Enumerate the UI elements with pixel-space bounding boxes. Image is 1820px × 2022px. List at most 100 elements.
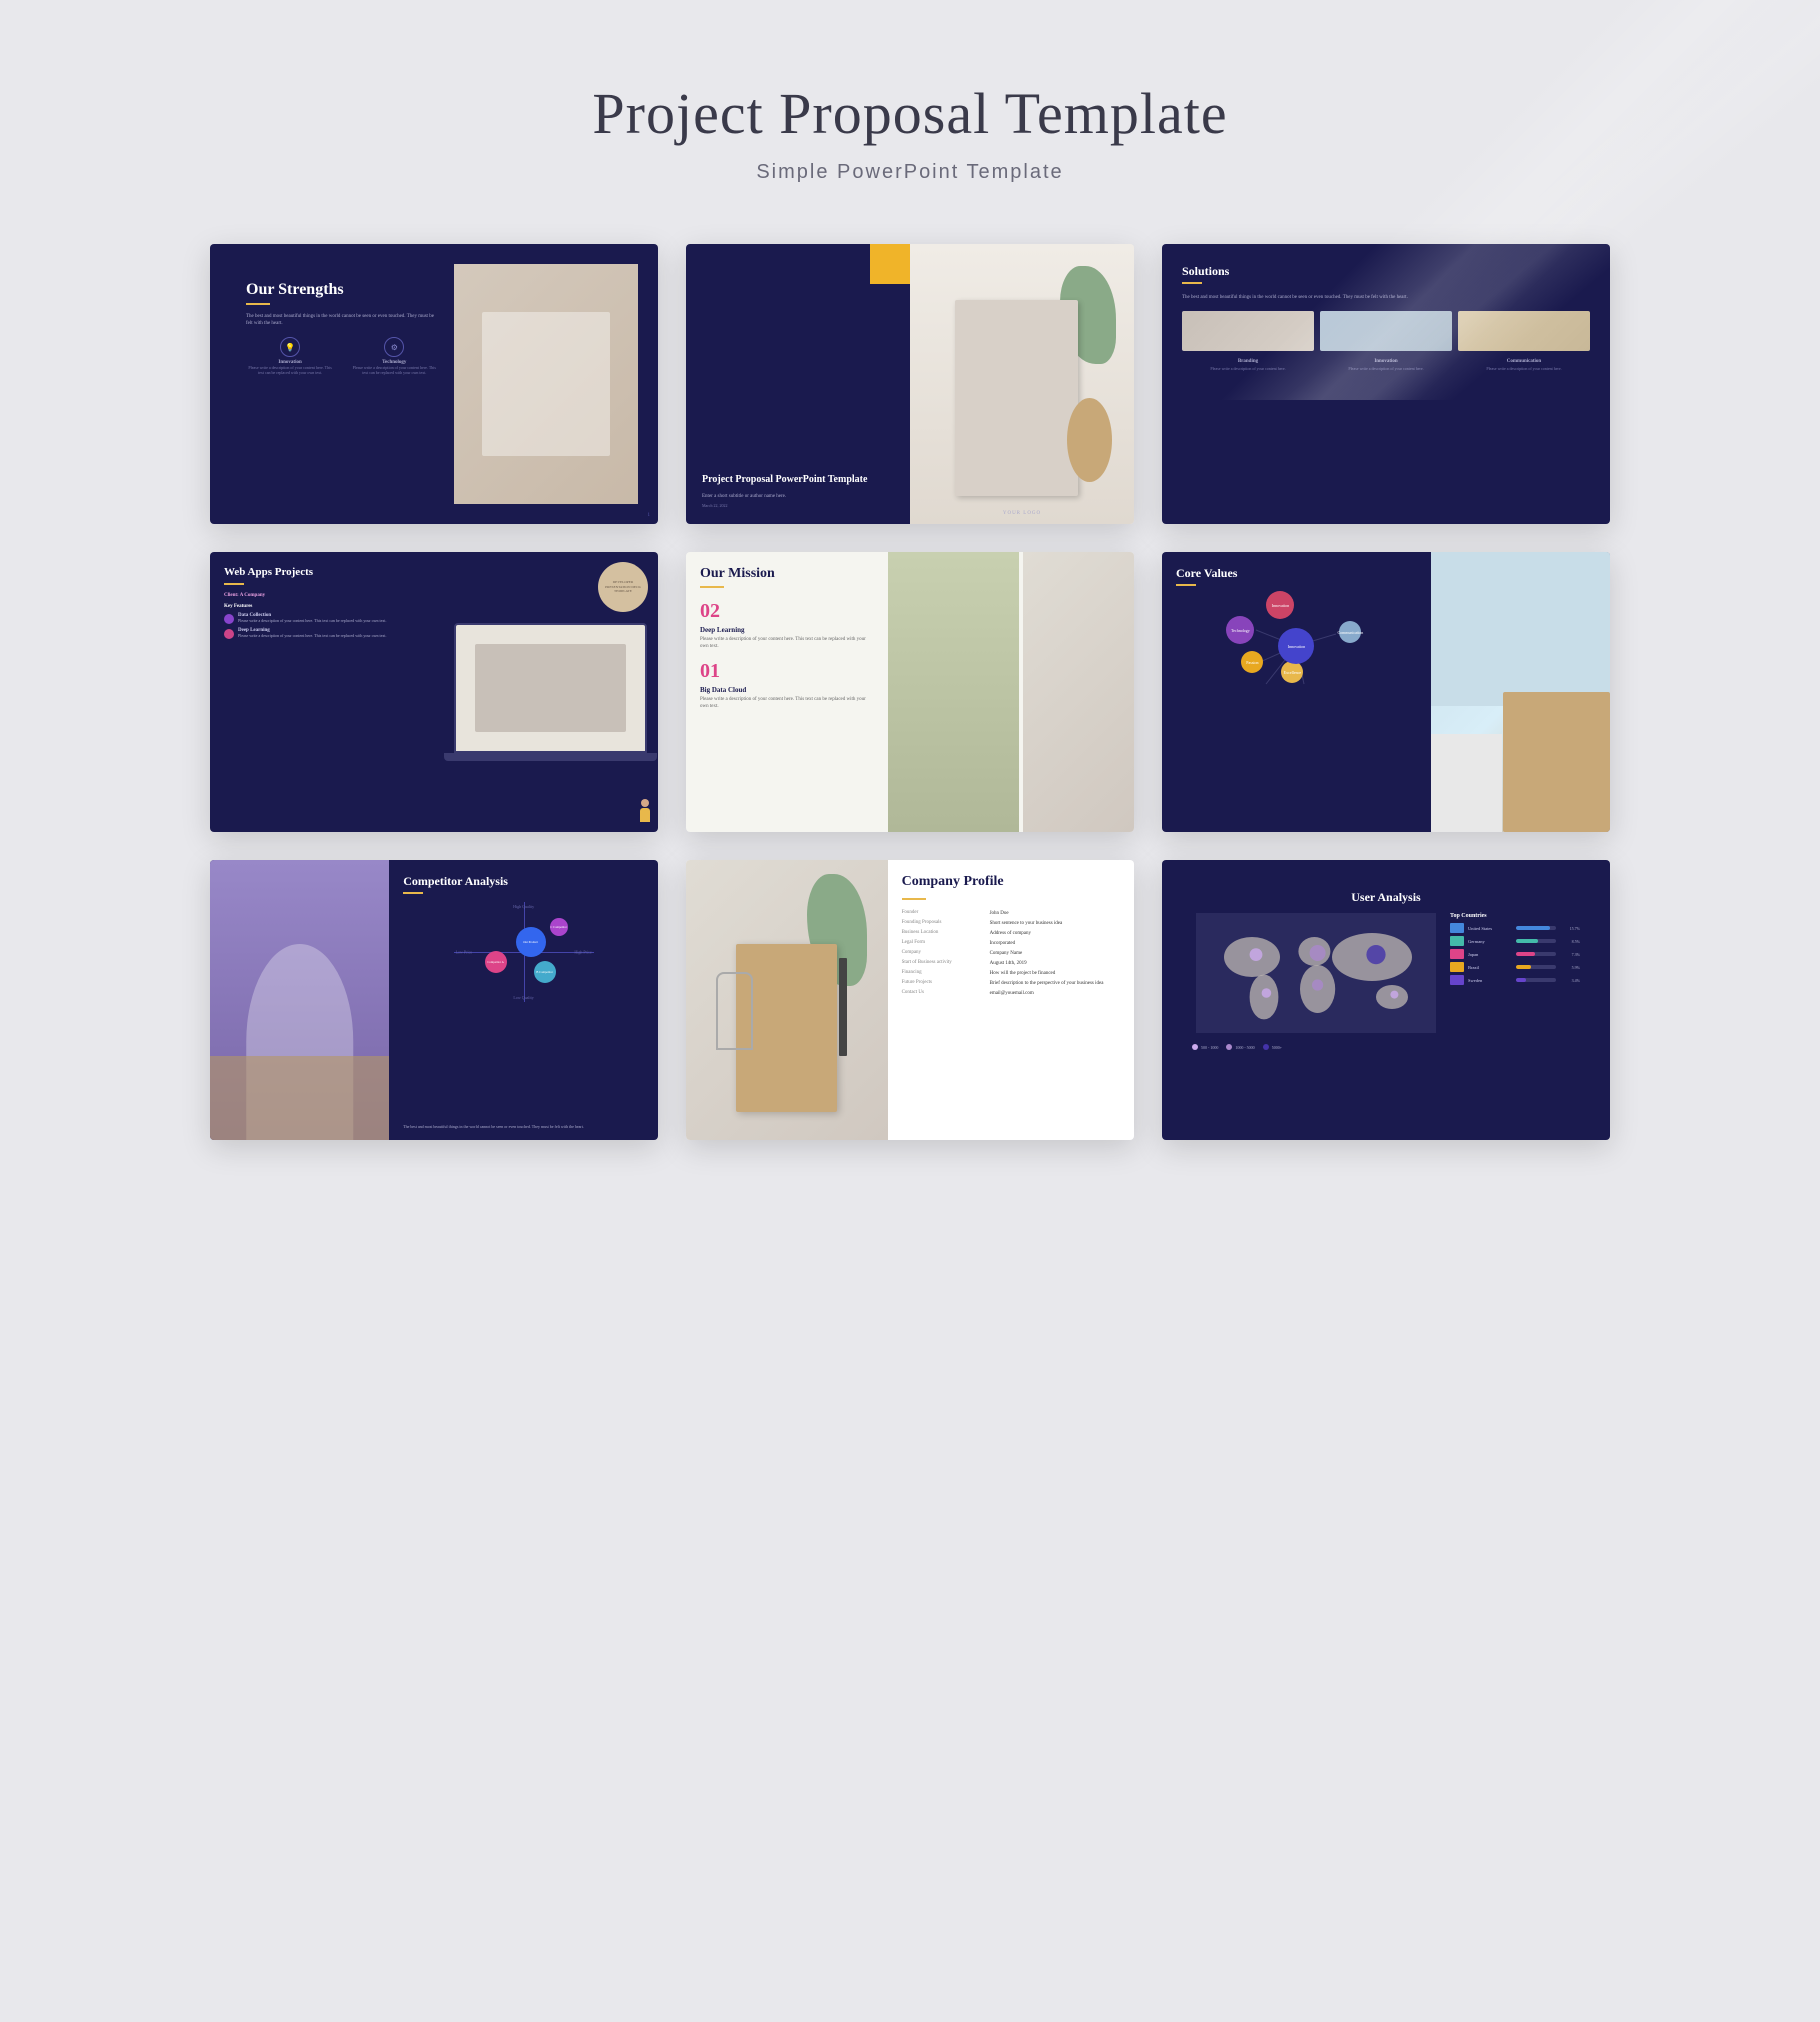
strengths-line xyxy=(246,303,270,305)
slide-page-1: 1 xyxy=(648,513,651,518)
flag-jp xyxy=(1450,949,1464,959)
technology-icon: ⚙ xyxy=(391,343,398,352)
laptop-screen-inner xyxy=(456,625,646,751)
slide-solutions[interactable]: Solutions The best and most beautiful th… xyxy=(1162,244,1610,524)
core-layout: Core Values xyxy=(1162,552,1610,832)
user-row-4: Sweden 3.4% xyxy=(1450,975,1580,985)
person-body xyxy=(640,808,650,822)
pct-3: 5.9% xyxy=(1560,965,1580,970)
profile-row-2: Business Location Address of company xyxy=(902,930,1120,937)
feature-text-1: Data Collection Please write a descripti… xyxy=(238,613,387,624)
comp-dot-c: C Competitor xyxy=(550,918,568,936)
coffee-circle xyxy=(1067,398,1112,482)
core-line xyxy=(1176,584,1196,586)
slide-profile[interactable]: Company Profile Founder John Doe Foundin… xyxy=(686,860,1134,1140)
profile-row-0: Founder John Doe xyxy=(902,910,1120,917)
profile-key-0: Founder xyxy=(902,910,982,917)
core-right-image xyxy=(1431,552,1610,832)
slide-corevalues[interactable]: Core Values xyxy=(1162,552,1610,832)
competitor-quote: The best and most beautiful things in th… xyxy=(403,1124,644,1130)
profile-row-1: Founding Proposals Short sentence to you… xyxy=(902,920,1120,927)
legend-item-1: 500 - 1000 xyxy=(1192,1044,1218,1050)
slide-webapps[interactable]: Web Apps Projects Client: A Company Key … xyxy=(210,552,658,832)
user-table-title: Top Countries xyxy=(1450,913,1580,919)
flag-se xyxy=(1450,975,1464,985)
profile-row-4: Company Company Name xyxy=(902,950,1120,957)
person-head xyxy=(641,799,649,807)
mission-item-desc-2: Please write a description of your conte… xyxy=(700,636,874,650)
user-table-area: Top Countries United States 15.7% xyxy=(1450,913,1580,1050)
cover-left: Project Proposal PowerPoint Template Ent… xyxy=(686,244,910,524)
page-container: Project Proposal Template Simple PowerPo… xyxy=(0,0,1820,1220)
core-shape-bottom-left xyxy=(1431,734,1503,832)
solutions-icons: Branding Please write a description of y… xyxy=(1182,359,1590,371)
legend-item-3: 5000+ xyxy=(1263,1044,1282,1050)
legend-item-2: 1000 - 5000 xyxy=(1226,1044,1254,1050)
slide-cover[interactable]: Project Proposal PowerPoint Template Ent… xyxy=(686,244,1134,524)
solutions-line xyxy=(1182,282,1202,284)
cover-right: YOUR LOGO xyxy=(910,244,1134,524)
profile-val-8: email@youemail.com xyxy=(990,990,1034,997)
bar-fill-4 xyxy=(1516,978,1526,982)
cover-date: March 22, 2022 xyxy=(702,503,894,508)
mission-title: Our Mission xyxy=(700,566,874,582)
solution-image-3 xyxy=(1458,311,1590,351)
profile-table: Founder John Doe Founding Proposals Shor… xyxy=(902,910,1120,997)
feature-dot-2 xyxy=(224,629,234,639)
profile-key-6: Financing xyxy=(902,970,982,977)
beige-circle: DEVELOPER PRESENTATION DECK TEMPLATE xyxy=(598,562,648,612)
profile-layout: Company Profile Founder John Doe Foundin… xyxy=(686,860,1134,1140)
profile-row-3: Legal Form Incorporated xyxy=(902,940,1120,947)
solution-label-1: Branding xyxy=(1182,359,1314,364)
profile-key-3: Legal Form xyxy=(902,940,982,947)
profile-val-3: Incorporated xyxy=(990,940,1016,947)
pct-0: 15.7% xyxy=(1560,926,1580,931)
user-row-3: Brazil 5.9% xyxy=(1450,962,1580,972)
laptop-base xyxy=(444,753,657,761)
comp-dot-b: B Competitor xyxy=(534,961,556,983)
user-row-2: Japan 7.3% xyxy=(1450,949,1580,959)
laptop-map xyxy=(475,644,627,732)
pct-2: 7.3% xyxy=(1560,952,1580,957)
paperclip-shape xyxy=(716,972,752,1050)
profile-key-5: Start of Business activity xyxy=(902,960,982,967)
core-center: Innovation xyxy=(1278,628,1314,664)
feature-desc-1: Please write a description of your conte… xyxy=(238,618,387,624)
profile-right: Company Profile Founder John Doe Foundin… xyxy=(888,860,1134,1140)
pct-4: 3.4% xyxy=(1560,978,1580,983)
core-left: Core Values xyxy=(1162,552,1431,832)
axis-label-low-price: Low Price xyxy=(456,950,473,955)
mission-num-1: 01 xyxy=(700,660,874,683)
strengths-layout: Our Strengths The best and most beautifu… xyxy=(230,264,638,504)
flag-br xyxy=(1450,962,1464,972)
world-map-svg xyxy=(1192,913,1440,1033)
legend-label-2: 1000 - 5000 xyxy=(1235,1045,1254,1050)
legend-dot-2 xyxy=(1226,1044,1232,1050)
cover-image-items xyxy=(910,244,1134,524)
axis-label-high-price: High Price xyxy=(574,950,591,955)
slide-useranalysis[interactable]: User Analysis xyxy=(1162,860,1610,1140)
solution-label-2: Innovation xyxy=(1320,359,1452,364)
country-2: Japan xyxy=(1468,952,1512,957)
bar-bg-2 xyxy=(1516,952,1556,956)
mission-item-desc-1: Please write a description of your conte… xyxy=(700,696,874,710)
profile-val-0: John Doe xyxy=(990,910,1009,917)
country-4: Sweden xyxy=(1468,978,1512,983)
cover-title: Project Proposal PowerPoint Template xyxy=(702,473,894,486)
slide-strengths[interactable]: Our Strengths The best and most beautifu… xyxy=(210,244,658,524)
slides-grid: Our Strengths The best and most beautifu… xyxy=(210,244,1610,1140)
features-label: Key Features xyxy=(224,604,429,609)
slide-competitor[interactable]: Competitor Analysis High Quality Low Qua… xyxy=(210,860,658,1140)
profile-row-5: Start of Business activity August 14th, … xyxy=(902,960,1120,967)
mission-item-2: 02 Deep Learning Please write a descript… xyxy=(700,600,874,650)
solution-desc-1: Please write a description of your conte… xyxy=(1182,366,1314,371)
slide-mission[interactable]: Our Mission 02 Deep Learning Please writ… xyxy=(686,552,1134,832)
country-3: Brazil xyxy=(1468,965,1512,970)
person-figure xyxy=(637,799,653,827)
user-layout: User Analysis xyxy=(1182,880,1590,1120)
profile-row-7: Future Projects Brief description to the… xyxy=(902,980,1120,987)
user-map-area: 500 - 1000 1000 - 5000 5000+ xyxy=(1192,913,1440,1050)
pct-1: 8.5% xyxy=(1560,939,1580,944)
country-0: United States xyxy=(1468,926,1512,931)
core-shape-top xyxy=(1431,552,1610,706)
